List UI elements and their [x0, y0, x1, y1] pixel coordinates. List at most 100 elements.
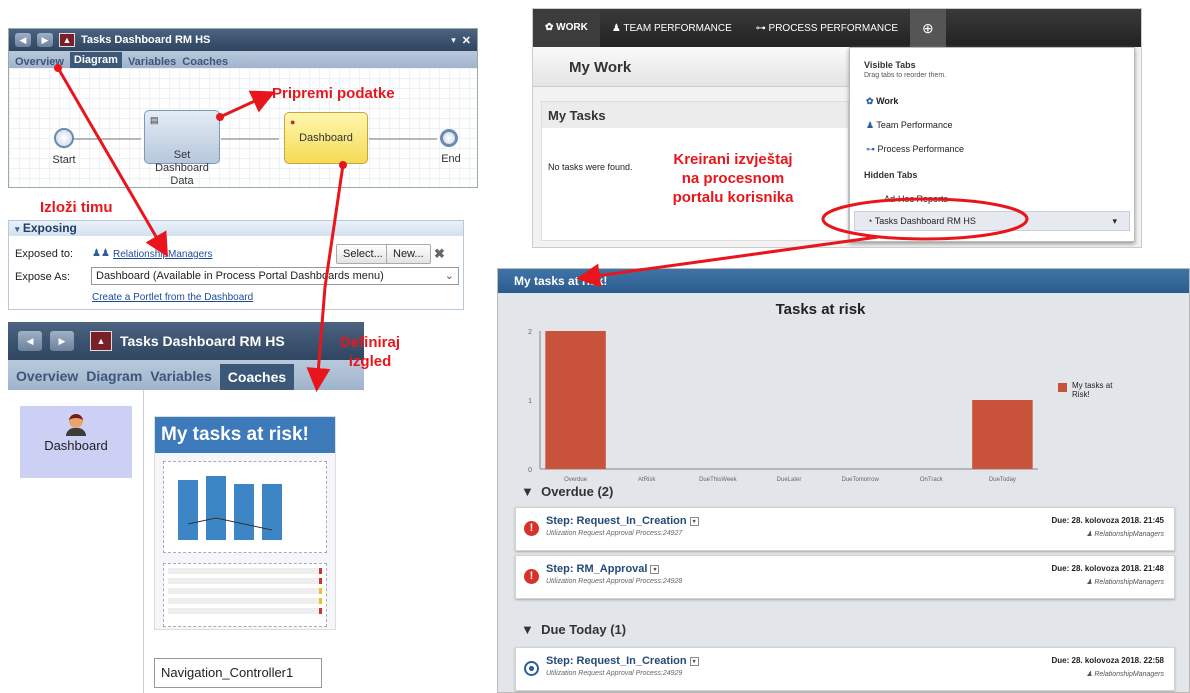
tab-variables[interactable]: Variables: [128, 56, 176, 68]
x-tick-label: DueThisWeek: [699, 477, 738, 483]
tab-overview-2[interactable]: Overview: [16, 368, 78, 390]
preview-header: My tasks at risk!: [155, 417, 335, 453]
bar-duetoday: [972, 400, 1033, 469]
exposing-title: Exposing: [22, 221, 77, 235]
overdue-icon: !: [524, 521, 539, 536]
task-due: Due: 28. kolovoza 2018. 21:45: [1051, 516, 1165, 525]
close-icon[interactable]: ✕: [462, 34, 471, 47]
preview-chart-thumb: [163, 461, 327, 553]
menu-item-work[interactable]: ✿ Work: [866, 96, 898, 107]
annotation-definiraj: Definiraj izgled: [340, 334, 401, 370]
nav-process-performance[interactable]: ⊶ PROCESS PERFORMANCE: [744, 23, 910, 34]
nav-work[interactable]: ✿ WORK: [533, 9, 600, 47]
process-icon: ⊶: [866, 144, 875, 154]
coach-preview: My tasks at risk!: [154, 416, 336, 630]
portlet-link[interactable]: Create a Portlet from the Dashboard: [92, 292, 253, 303]
task-menu-icon[interactable]: ▾: [650, 564, 660, 574]
task-process: Utilization Request Approval Process:249…: [546, 530, 683, 537]
dashboard-tab-icon: ◔: [867, 216, 873, 226]
report-header-text: My tasks at risk!: [514, 274, 608, 288]
designer-bottom-panel: ◀ ▶ ▲ Tasks Dashboard RM HS Overview Dia…: [8, 322, 364, 693]
expose-as-select[interactable]: Dashboard (Available in Process Portal D…: [91, 267, 459, 285]
task-group: ♟ RelationshipManagers: [1086, 579, 1164, 586]
task-name: Step: RM_Approval ▾: [546, 563, 660, 575]
end-event-icon[interactable]: [440, 129, 458, 147]
y-tick-label: 0: [528, 467, 532, 474]
x-tick-label: DueToday: [989, 477, 1016, 483]
overdue-icon: !: [524, 569, 539, 584]
designer-bottom-titlebar: ◀ ▶ ▲ Tasks Dashboard RM HS: [8, 322, 364, 360]
collapse-icon[interactable]: ▾: [15, 224, 20, 234]
task-menu-icon[interactable]: ▾: [689, 656, 699, 666]
visible-tabs-header: Visible Tabs: [864, 60, 916, 70]
back-icon-2[interactable]: ◀: [18, 331, 42, 351]
menu-item-team[interactable]: ♟ Team Performance: [866, 120, 952, 131]
no-tasks-text: No tasks were found.: [548, 162, 633, 172]
forward-icon[interactable]: ▶: [37, 33, 53, 47]
task-row-3[interactable]: Step: Request_In_Creation ▾ Utilization R…: [515, 647, 1175, 691]
tab-variables-2[interactable]: Variables: [150, 368, 212, 390]
my-work-title: My Work: [569, 59, 632, 76]
y-tick-label: 1: [528, 398, 532, 405]
tab-overview[interactable]: Overview: [15, 56, 64, 68]
designer-bottom-title: Tasks Dashboard RM HS: [120, 333, 285, 349]
designer-bottom-tabs: Overview Diagram Variables Coaches: [8, 360, 364, 390]
tab-coaches[interactable]: Coaches: [182, 56, 228, 68]
tab-diagram[interactable]: Diagram: [69, 52, 122, 68]
x-tick-label: AtRisk: [638, 477, 656, 483]
x-tick-label: DueTomorrow: [841, 477, 879, 483]
menu-item-adhoc[interactable]: Ad-Hoc Reports: [884, 194, 948, 204]
hidden-tabs-header: Hidden Tabs: [864, 170, 918, 180]
bar-overdue: [545, 331, 606, 469]
tab-diagram-2[interactable]: Diagram: [86, 368, 142, 390]
flow-connectors: [71, 138, 437, 140]
chart-title: Tasks at risk: [775, 301, 866, 318]
coach-item-dashboard[interactable]: Dashboard: [20, 406, 132, 478]
exposed-to-label: Exposed to:: [15, 248, 74, 260]
portal-panel: ✿ WORK ♟ TEAM PERFORMANCE ⊶ PROCESS PERF…: [532, 8, 1142, 248]
menu-item-dashboard[interactable]: ◔ Tasks Dashboard RM HS ▾: [854, 211, 1130, 231]
end-label: End: [441, 153, 461, 165]
nav-team-performance[interactable]: ♟ TEAM PERFORMANCE: [600, 23, 744, 34]
task-row-2[interactable]: ! Step: RM_Approval ▾ Utilization Request…: [515, 555, 1175, 599]
task-process: Utilization Request Approval Process:249…: [546, 670, 683, 677]
annotation-pripremi: Pripremi podatke: [272, 85, 395, 102]
dashboard-activity[interactable]: ● Dashboard: [284, 112, 368, 164]
chevron-down-icon: ⌄: [444, 270, 454, 282]
team-icon: ♟♟: [92, 248, 110, 259]
expose-as-value: Dashboard (Available in Process Portal D…: [96, 270, 384, 282]
select-button[interactable]: Select...: [336, 244, 390, 264]
remove-icon[interactable]: ✖: [434, 246, 445, 262]
add-tab-icon[interactable]: ⊕: [910, 9, 946, 47]
menu-item-process[interactable]: ⊶ Process Performance: [866, 144, 964, 155]
expose-as-label: Expose As:: [15, 271, 71, 283]
x-tick-label: DueLater: [777, 477, 802, 483]
tab-coaches-2[interactable]: Coaches: [219, 364, 295, 390]
forward-icon-2[interactable]: ▶: [50, 331, 74, 351]
set-data-activity[interactable]: ▤ Set Dashboard Data: [144, 110, 220, 187]
menu-chevron-icon[interactable]: ▾: [1112, 212, 1117, 230]
due-today-header[interactable]: ▼ Due Today (1): [521, 622, 626, 637]
designer-top-title: Tasks Dashboard RM HS: [81, 34, 211, 46]
exposing-panel: ▾ Exposing Exposed to: ♟♟ RelationshipMa…: [8, 220, 464, 310]
task-group: ♟ RelationshipManagers: [1086, 531, 1164, 538]
task-row-1[interactable]: ! Step: Request_In_Creation ▾ Utilization…: [515, 507, 1175, 551]
designer-top-titlebar: ◀ ▶ ▲ Tasks Dashboard RM HS ▾ ✕: [9, 29, 477, 51]
overdue-header[interactable]: ▼ Overdue (2): [521, 484, 613, 499]
report-header: My tasks at risk!: [498, 269, 1189, 293]
preview-list-thumb: [163, 563, 327, 627]
exposing-header: ▾ Exposing: [9, 221, 463, 236]
new-button[interactable]: New...: [386, 244, 431, 264]
navigation-controller[interactable]: Navigation_Controller1: [154, 658, 322, 688]
user-coach-icon: [66, 414, 86, 436]
legend-label: My tasks at Risk!: [1072, 381, 1113, 399]
diagram-canvas: Start ▤ Set Dashboard Data ● Dashboard E…: [9, 68, 477, 187]
y-tick-label: 2: [528, 329, 532, 336]
task-menu-icon[interactable]: ▾: [689, 516, 699, 526]
task-name: Step: Request_In_Creation ▾: [546, 515, 699, 527]
start-event-icon[interactable]: [54, 128, 74, 148]
work-icon: ✿: [866, 96, 874, 106]
back-icon[interactable]: ◀: [15, 33, 31, 47]
exposed-to-link[interactable]: RelationshipManagers: [113, 249, 213, 260]
dropdown-icon[interactable]: ▾: [451, 35, 456, 46]
